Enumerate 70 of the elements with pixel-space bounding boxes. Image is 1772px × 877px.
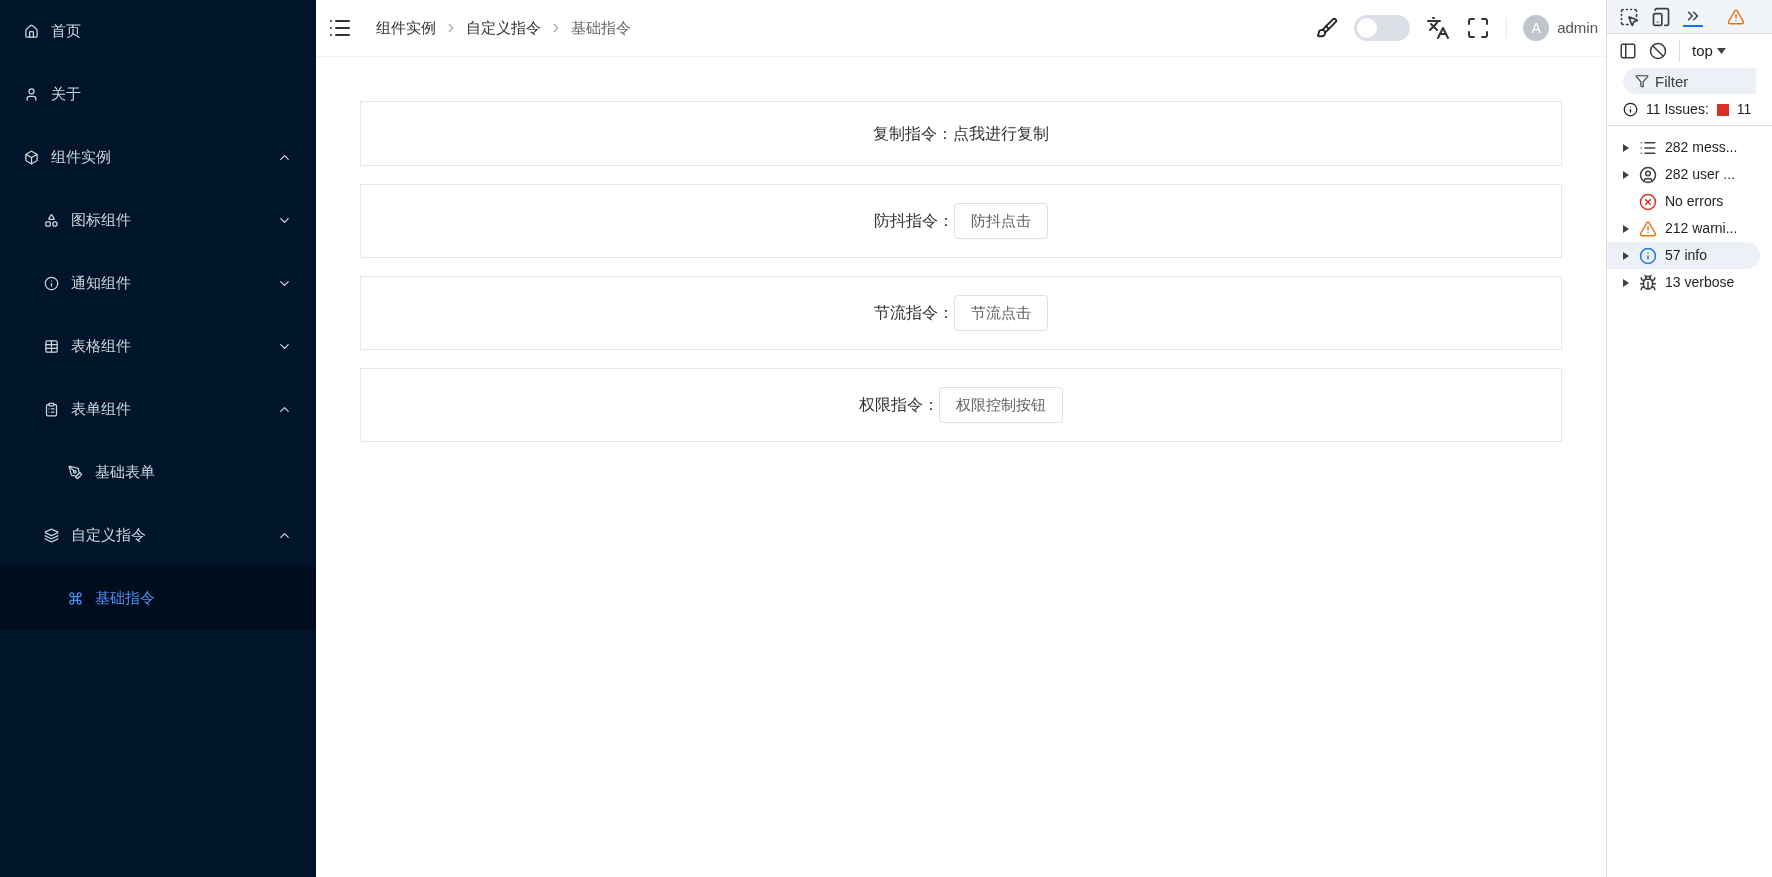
directive-label: 防抖指令： — [874, 211, 954, 231]
row-label: 212 warni... — [1665, 219, 1738, 238]
menu-item[interactable]: 关于 — [0, 63, 316, 126]
filter-field[interactable]: Filter — [1623, 68, 1756, 94]
expand-arrow-icon — [1623, 278, 1629, 287]
menu-item[interactable]: 表单组件 — [0, 378, 316, 441]
breadcrumb-item[interactable]: 基础指令 — [571, 16, 631, 40]
directive-label: 权限指令： — [859, 395, 939, 415]
user-icon — [24, 87, 39, 102]
shapes-icon — [44, 213, 59, 228]
issues-count: 11 — [1736, 100, 1752, 119]
directive-label: 节流指令： — [874, 303, 954, 323]
user-icon — [1639, 165, 1657, 184]
menu-item[interactable]: 组件实例 — [0, 126, 316, 189]
expand-arrow-icon — [1623, 224, 1629, 233]
sidebar-row[interactable]: 282 mess... — [1607, 134, 1760, 161]
user-name[interactable]: admin — [1557, 16, 1598, 40]
device-icon[interactable] — [1651, 6, 1671, 27]
directive-button[interactable]: 防抖点击 — [954, 203, 1048, 239]
context-select[interactable]: top — [1679, 39, 1726, 63]
inspect-icon[interactable] — [1619, 6, 1639, 27]
brush-icon[interactable] — [1316, 17, 1339, 39]
error-icon — [1639, 192, 1657, 211]
pen-icon — [68, 465, 83, 480]
menu-item[interactable]: 基础表单 — [0, 441, 316, 504]
bug-icon — [1639, 273, 1657, 292]
row-label: No errors — [1665, 192, 1724, 211]
breadcrumb-item[interactable]: 组件实例 — [376, 16, 436, 40]
fullscreen-icon[interactable] — [1466, 16, 1491, 40]
menu-item[interactable]: 图标组件 — [0, 189, 316, 252]
expand-arrow-icon — [1623, 170, 1629, 179]
menu-item[interactable]: 基础指令 — [0, 567, 316, 630]
row-label: 282 mess... — [1665, 138, 1738, 157]
warning-icon[interactable] — [1727, 7, 1745, 26]
menu-item[interactable]: 通知组件 — [0, 252, 316, 315]
info-icon — [1639, 246, 1657, 265]
row-label: 282 user ... — [1665, 165, 1736, 184]
info-icon — [1623, 102, 1638, 117]
copy-text[interactable]: 点我进行复制 — [953, 121, 1049, 146]
sidebar-row[interactable]: 57 info — [1607, 242, 1760, 269]
sidebar-toggle-icon[interactable] — [1619, 42, 1637, 60]
menu-item[interactable]: 表格组件 — [0, 315, 316, 378]
form-icon — [44, 402, 59, 417]
home-icon — [24, 24, 39, 39]
clear-icon[interactable] — [1649, 42, 1667, 60]
issue-flag-icon — [1716, 103, 1729, 116]
dropdown-caret-icon — [1716, 48, 1726, 54]
directive-button[interactable]: 节流点击 — [954, 295, 1048, 331]
row-label: 13 verbose — [1665, 273, 1735, 292]
sidebar-row[interactable]: 212 warni... — [1607, 215, 1760, 242]
filter-icon — [1635, 74, 1649, 88]
menu-item[interactable]: 首页 — [0, 0, 316, 63]
directive-button[interactable]: 权限控制按钮 — [939, 387, 1063, 423]
sidebar-row[interactable]: No errors — [1607, 188, 1760, 215]
info-icon — [44, 276, 59, 291]
menu-item[interactable]: 自定义指令 — [0, 504, 316, 567]
theme-switch[interactable] — [1354, 15, 1411, 41]
command-icon — [68, 591, 83, 606]
directive-label: 复制指令： — [873, 123, 953, 144]
cube-icon — [24, 150, 39, 165]
row-label: 57 info — [1665, 246, 1708, 265]
sidebar-row[interactable]: 13 verbose — [1607, 269, 1760, 296]
expand-arrow-icon — [1623, 143, 1629, 152]
breadcrumb-item[interactable]: 自定义指令 — [466, 16, 541, 40]
expand-arrow-icon — [1623, 251, 1629, 260]
sidebar-row[interactable]: 282 user ... — [1607, 161, 1760, 188]
table-icon — [44, 339, 59, 354]
translate-icon[interactable] — [1426, 16, 1451, 40]
warning-icon — [1639, 219, 1657, 238]
issues-label[interactable]: 11 Issues: — [1646, 99, 1709, 120]
